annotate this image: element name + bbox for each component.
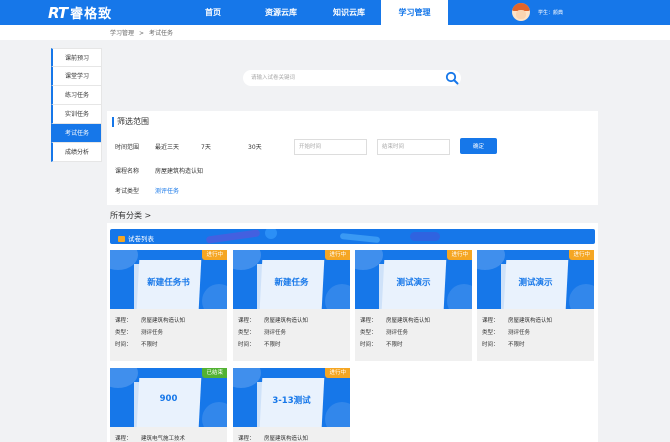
time-label: 时间： <box>360 342 377 348</box>
nav-resource-library[interactable]: 资源云库 <box>254 0 308 25</box>
status-badge: 进行中 <box>325 250 350 260</box>
card-title: 900 <box>159 394 178 404</box>
sidebar-item-classroom[interactable]: 课堂学习 <box>51 67 102 86</box>
time-option-3-days[interactable]: 最近三天 <box>155 142 179 151</box>
breadcrumb-item-learning-management[interactable]: 学习管理 <box>110 30 134 37</box>
card-title: 测试演示 <box>518 278 553 288</box>
sidebar-item-score-analysis[interactable]: 成绩分析 <box>51 143 102 162</box>
breadcrumb-bar <box>0 25 670 40</box>
package-icon <box>118 236 125 242</box>
card-title: 3-13测试 <box>272 396 311 406</box>
exam-type-option[interactable]: 测评任务 <box>155 186 179 195</box>
type-value: 测评任务 <box>386 330 409 336</box>
paper-card[interactable]: 900 已结束 课程： 建筑电气施工技术 <box>110 368 227 442</box>
course-label: 课程： <box>115 436 132 442</box>
paper-card[interactable]: 测试演示 进行中 课程： 房屋建筑构造认知 类型： 测评任务 时间： 不限时 <box>477 250 594 361</box>
breadcrumb-separator: > <box>139 30 145 37</box>
sidebar-item-exam[interactable]: 考试任务 <box>51 124 102 143</box>
time-value: 不限时 <box>141 342 158 348</box>
course-label: 课程： <box>238 318 255 324</box>
paper-card[interactable]: 新建任务 进行中 课程： 房屋建筑构造认知 类型： 测评任务 时间： 不限时 <box>233 250 350 361</box>
nav-home[interactable]: 首页 <box>190 0 236 25</box>
site-logo[interactable]: RT 睿格致 <box>48 3 113 23</box>
card-title: 测试演示 <box>396 278 431 288</box>
user-avatar[interactable] <box>512 3 530 21</box>
paper-list-title: 试卷列表 <box>118 233 154 243</box>
paper-card[interactable]: 新建任务书 进行中 课程： 房屋建筑构造认知 类型： 测评任务 时间： 不限时 <box>110 250 227 361</box>
sidebar-item-preview[interactable]: 课前预习 <box>51 48 102 67</box>
type-value: 测评任务 <box>264 330 287 336</box>
nav-knowledge-library[interactable]: 知识云库 <box>322 0 376 25</box>
course-value: 房屋建筑构造认知 <box>508 318 553 324</box>
course-option[interactable]: 房屋建筑构造认知 <box>155 166 203 175</box>
sidebar-item-training[interactable]: 实训任务 <box>51 105 102 124</box>
course-label: 课程： <box>360 318 377 324</box>
course-value: 房屋建筑构造认知 <box>386 318 431 324</box>
time-value: 不限时 <box>264 342 281 348</box>
paper-card[interactable]: 测试演示 进行中 课程： 房屋建筑构造认知 类型： 测评任务 时间： 不限时 <box>355 250 472 361</box>
paper-list-header <box>110 229 595 244</box>
filter-title: 筛选范围 <box>112 117 149 127</box>
status-badge: 进行中 <box>202 250 227 260</box>
card-title: 新建任务 <box>274 278 309 288</box>
card-title: 新建任务书 <box>147 278 190 288</box>
type-value: 测评任务 <box>508 330 531 336</box>
logo-name: 睿格致 <box>70 7 113 22</box>
search-icon[interactable] <box>445 71 459 85</box>
time-value: 不限时 <box>508 342 525 348</box>
breadcrumb-item-exam-tasks: 考试任务 <box>149 30 174 37</box>
course-label: 课程： <box>238 436 255 442</box>
course-label: 课程： <box>115 318 132 324</box>
course-value: 建筑电气施工技术 <box>141 436 186 442</box>
user-name[interactable]: 学生：颜典 <box>538 9 563 16</box>
time-label: 时间： <box>482 342 499 348</box>
status-badge: 进行中 <box>325 368 350 378</box>
end-time-field[interactable] <box>377 139 450 155</box>
status-badge: 已结束 <box>202 368 227 378</box>
type-label: 类型： <box>238 330 255 336</box>
time-option-30-days[interactable]: 30天 <box>248 142 262 151</box>
time-range-label: 时间范围 <box>115 144 140 151</box>
type-label: 类型： <box>360 330 377 336</box>
nav-learning-management[interactable]: 学习管理 <box>381 0 448 25</box>
time-option-7-days[interactable]: 7天 <box>201 142 211 151</box>
time-value: 不限时 <box>386 342 403 348</box>
logo-mark: RT <box>48 3 68 22</box>
status-badge: 进行中 <box>447 250 472 260</box>
course-label: 课程： <box>482 318 499 324</box>
sidebar: 课前预习 课堂学习 练习任务 实训任务 考试任务 成绩分析 <box>51 48 102 162</box>
time-label: 时间： <box>115 342 132 348</box>
course-value: 房屋建筑构造认知 <box>141 318 186 324</box>
course-value: 房屋建筑构造认知 <box>264 318 309 324</box>
search-input[interactable] <box>251 73 431 83</box>
paper-card[interactable]: 3-13测试 进行中 课程： 房屋建筑构造认知 <box>233 368 350 442</box>
course-value: 房屋建筑构造认知 <box>264 436 309 442</box>
search-box <box>243 70 461 86</box>
all-categories-link[interactable]: 所有分类 > <box>110 210 151 221</box>
course-name-label: 课程名称 <box>115 168 140 175</box>
breadcrumb: 学习管理 > 考试任务 <box>110 28 173 37</box>
exam-type-label: 考试类型 <box>115 188 140 195</box>
confirm-button[interactable]: 确定 <box>460 138 497 154</box>
start-time-field[interactable] <box>294 139 367 155</box>
status-badge: 进行中 <box>569 250 594 260</box>
type-label: 类型： <box>115 330 132 336</box>
sidebar-item-practice[interactable]: 练习任务 <box>51 86 102 105</box>
type-value: 测评任务 <box>141 330 164 336</box>
type-label: 类型： <box>482 330 499 336</box>
filter-panel <box>107 111 598 205</box>
time-label: 时间： <box>238 342 255 348</box>
